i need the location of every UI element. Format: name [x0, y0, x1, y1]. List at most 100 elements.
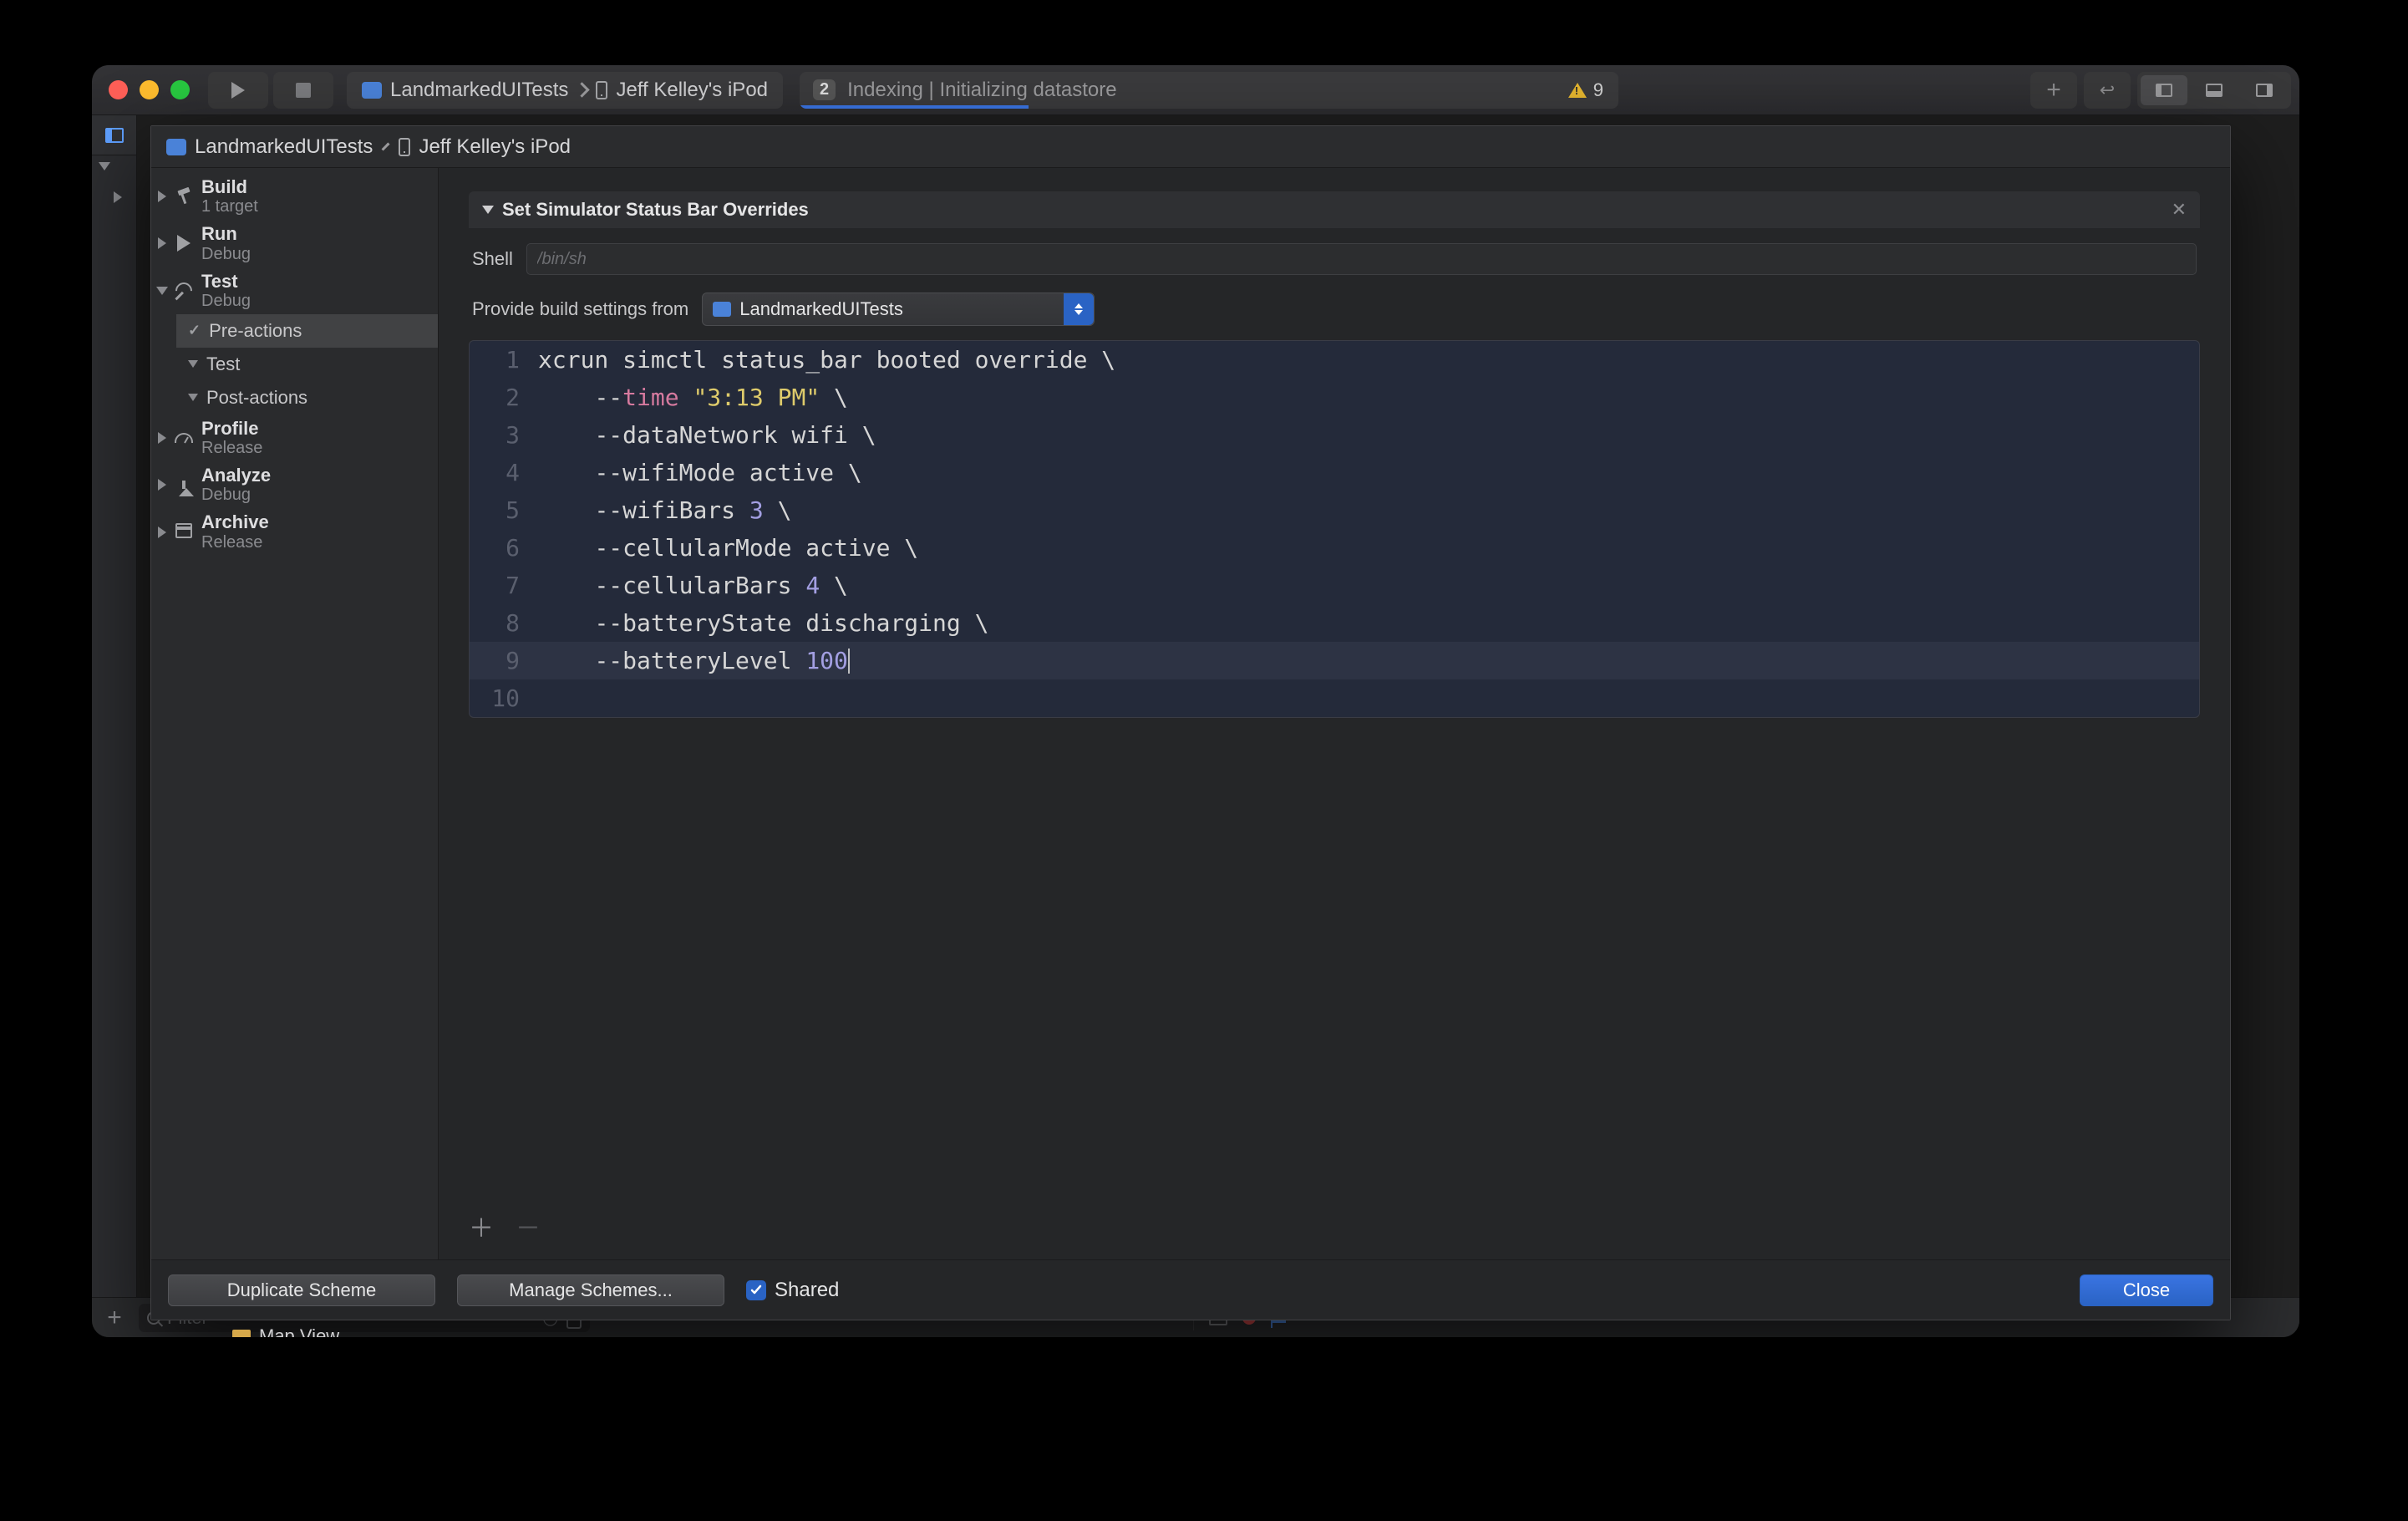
button-label: Duplicate Scheme [227, 1279, 377, 1301]
line-number: 6 [470, 534, 538, 562]
remove-action-button-footer[interactable]: － [516, 1208, 541, 1244]
panel-left-icon [2156, 84, 2172, 97]
phase-archive[interactable]: ArchiveRelease [151, 508, 438, 555]
stop-button[interactable] [273, 72, 333, 109]
code-line[interactable]: 10 [470, 679, 2199, 717]
phase-analyze[interactable]: AnalyzeDebug [151, 461, 438, 508]
disclosure-icon[interactable] [158, 526, 166, 538]
action-section-header[interactable]: Set Simulator Status Bar Overrides ✕ [469, 191, 2200, 228]
code-content: --time "3:13 PM" \ [538, 384, 848, 411]
build-settings-value: LandmarkedUITests [739, 298, 903, 320]
phase-title: Test [201, 271, 251, 292]
folder-icon [232, 1330, 251, 1337]
phase-run[interactable]: RunDebug [151, 220, 438, 267]
shell-row: Shell [469, 240, 2200, 278]
phase-title: Analyze [201, 465, 271, 486]
disclosure-icon[interactable] [99, 162, 110, 170]
progress-bar [800, 105, 1029, 109]
build-settings-row: Provide build settings from LandmarkedUI… [469, 290, 2200, 328]
toggle-navigator-button[interactable] [2141, 75, 2187, 105]
minimize-window-button[interactable] [140, 80, 159, 99]
code-content: --wifiMode active \ [538, 459, 862, 486]
duplicate-scheme-button[interactable]: Duplicate Scheme [168, 1274, 435, 1306]
device-icon [596, 81, 607, 99]
code-line[interactable]: 9 --batteryLevel 100 [470, 642, 2199, 679]
chevron-right-icon [382, 143, 390, 151]
toggle-inspector-button[interactable] [2241, 75, 2288, 105]
disclosure-icon[interactable] [158, 432, 166, 444]
text-caret [848, 649, 850, 674]
scheme-project-label: LandmarkedUITests [390, 79, 568, 102]
breadcrumb-project[interactable]: LandmarkedUITests [195, 135, 373, 159]
scheme-editor-sheet: LandmarkedUITests Jeff Kelley's iPod Bui… [150, 125, 2231, 1320]
issue-summary[interactable]: 9 [1568, 79, 1603, 101]
close-button[interactable]: Close [2080, 1274, 2213, 1306]
scheme-main-panel: Set Simulator Status Bar Overrides ✕ She… [439, 168, 2230, 1259]
add-button[interactable]: + [92, 1298, 137, 1338]
chevron-right-icon [575, 82, 590, 97]
close-window-button[interactable] [109, 80, 128, 99]
phase-test[interactable]: TestDebug [151, 267, 438, 314]
shell-input[interactable] [526, 243, 2197, 275]
code-review-button[interactable]: ↩︎ [2084, 72, 2131, 109]
code-content: --wifiBars 3 \ [538, 496, 791, 524]
code-line[interactable]: 4 --wifiMode active \ [470, 454, 2199, 491]
breadcrumb-device[interactable]: Jeff Kelley's iPod [419, 135, 571, 159]
disclosure-icon[interactable] [114, 191, 122, 203]
activity-text: Indexing | Initializing datastore [847, 79, 1116, 102]
navigator-area [92, 115, 137, 1297]
activity-count-badge: 2 [813, 79, 836, 100]
navigator-selector-bar[interactable] [92, 115, 136, 155]
project-navigator-icon [105, 128, 124, 143]
add-action-button[interactable]: ＋ [469, 1208, 494, 1244]
code-line[interactable]: 8 --batteryState discharging \ [470, 604, 2199, 642]
phase-title: Build [201, 176, 258, 197]
toggle-debug-area-button[interactable] [2191, 75, 2238, 105]
code-line[interactable]: 6 --cellularMode active \ [470, 529, 2199, 567]
library-button[interactable]: + [2030, 72, 2077, 109]
warning-icon [1568, 83, 1587, 98]
line-number: 9 [470, 647, 538, 674]
phase-title: Profile [201, 418, 262, 439]
disclosure-icon[interactable] [156, 287, 168, 295]
remove-action-button[interactable]: ✕ [2172, 199, 2187, 221]
phase-profile[interactable]: ProfileRelease [151, 415, 438, 461]
arrows-icon: ↩︎ [2100, 79, 2115, 101]
code-line[interactable]: 1xcrun simctl status_bar booted override… [470, 341, 2199, 379]
scheme-selector[interactable]: LandmarkedUITests Jeff Kelley's iPod [347, 72, 783, 109]
code-line[interactable]: 5 --wifiBars 3 \ [470, 491, 2199, 529]
zoom-window-button[interactable] [170, 80, 190, 99]
disclosure-icon[interactable] [158, 479, 166, 491]
activity-status[interactable]: 2 Indexing | Initializing datastore 9 [800, 72, 1618, 109]
phase-build[interactable]: Build1 target [151, 173, 438, 220]
subphase-test[interactable]: Test [176, 348, 438, 381]
phase-subtitle: Release [201, 439, 262, 458]
shared-checkbox-row[interactable]: Shared [746, 1279, 839, 1302]
disclosure-triangle-icon[interactable] [482, 206, 494, 214]
shared-checkbox[interactable] [746, 1280, 766, 1300]
code-line[interactable]: 2 --time "3:13 PM" \ [470, 379, 2199, 416]
line-number: 2 [470, 384, 538, 411]
navigator-item-peek[interactable]: Map View [232, 1325, 339, 1337]
subphase-pre-actions[interactable]: ✓Pre-actions [176, 314, 438, 348]
chevron-down-icon [188, 360, 198, 368]
button-label: Manage Schemes... [509, 1279, 673, 1301]
disclosure-icon[interactable] [158, 191, 166, 202]
line-number: 8 [470, 609, 538, 637]
script-editor[interactable]: 1xcrun simctl status_bar booted override… [469, 340, 2200, 718]
gauge-icon [175, 433, 193, 443]
code-line[interactable]: 7 --cellularBars 4 \ [470, 567, 2199, 604]
build-settings-label: Provide build settings from [472, 298, 688, 320]
line-number: 10 [470, 684, 538, 712]
chevron-down-icon [188, 394, 198, 401]
subphase-label: Test [206, 354, 240, 375]
manage-schemes-button[interactable]: Manage Schemes... [457, 1274, 724, 1306]
build-settings-popup[interactable]: LandmarkedUITests [702, 292, 1095, 326]
project-icon [166, 139, 186, 155]
disclosure-icon[interactable] [158, 237, 166, 249]
subphase-post-actions[interactable]: Post-actions [176, 381, 438, 415]
titlebar: LandmarkedUITests Jeff Kelley's iPod 2 I… [92, 65, 2299, 115]
code-line[interactable]: 3 --dataNetwork wifi \ [470, 416, 2199, 454]
run-button[interactable] [208, 72, 268, 109]
line-number: 7 [470, 572, 538, 599]
